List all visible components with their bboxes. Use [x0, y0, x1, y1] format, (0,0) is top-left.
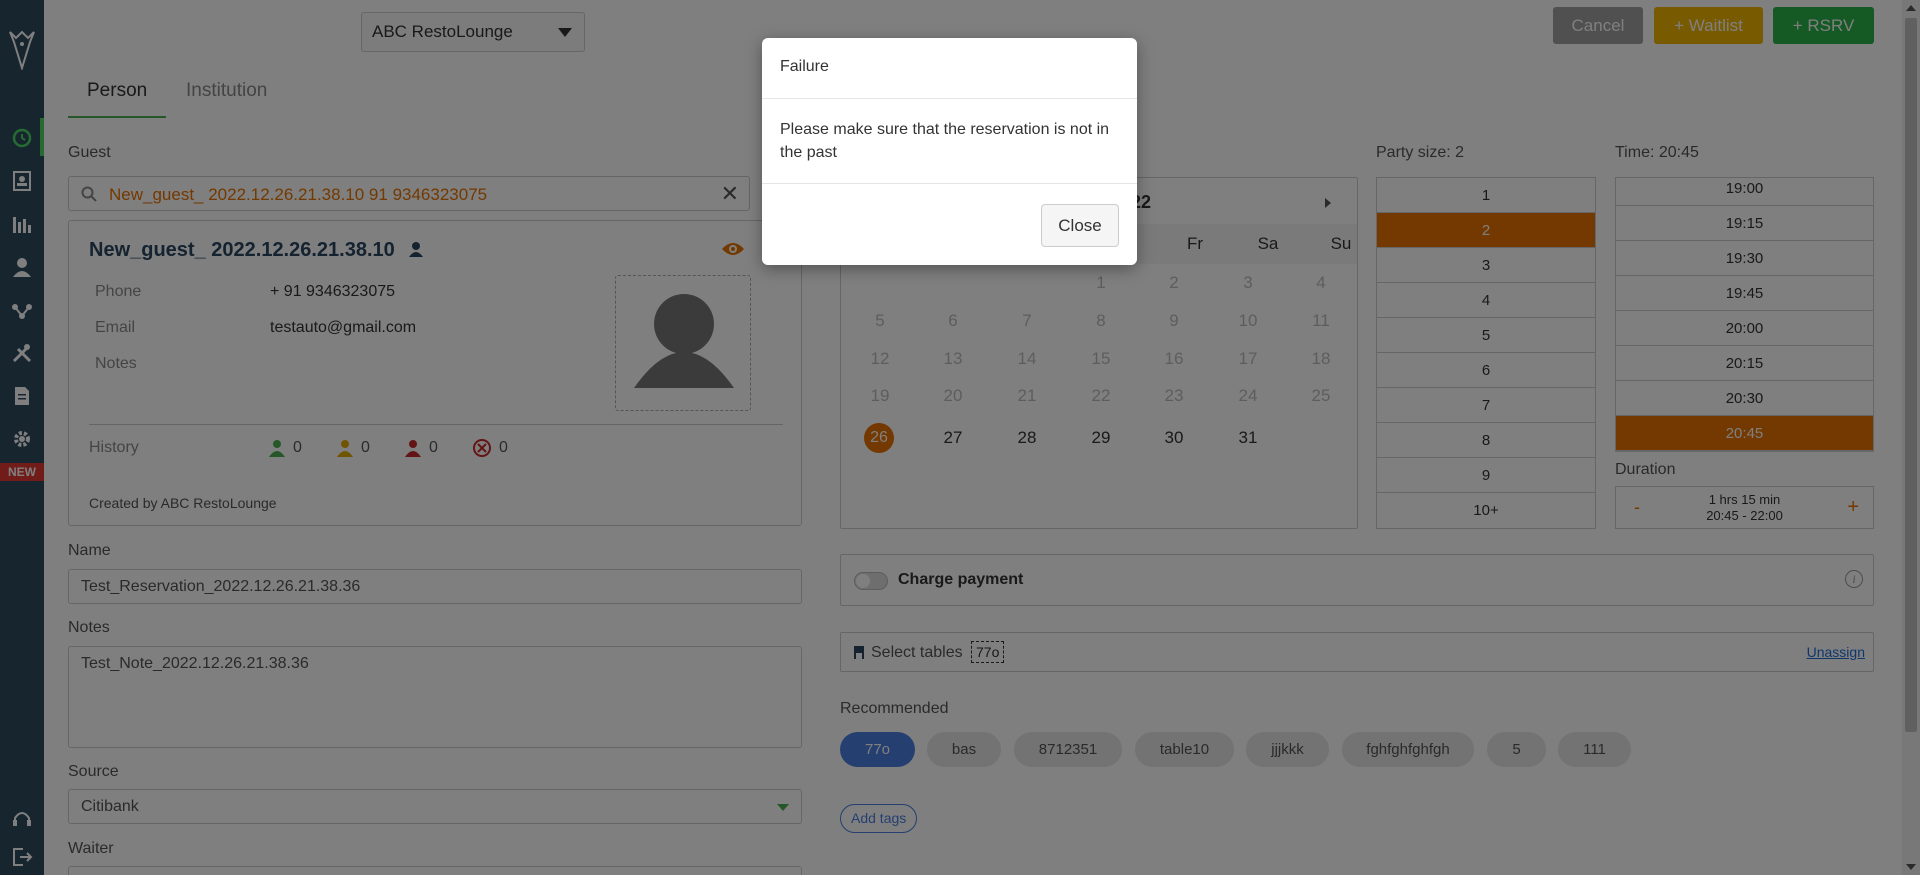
dialog-message: Please make sure that the reservation is…	[780, 121, 1110, 161]
dialog-title: Failure	[780, 58, 829, 75]
failure-dialog: Failure Please make sure that the reserv…	[762, 38, 1137, 265]
dialog-header: Failure	[762, 38, 1137, 99]
dialog-footer: Close	[762, 183, 1137, 265]
close-button[interactable]: Close	[1041, 204, 1119, 247]
